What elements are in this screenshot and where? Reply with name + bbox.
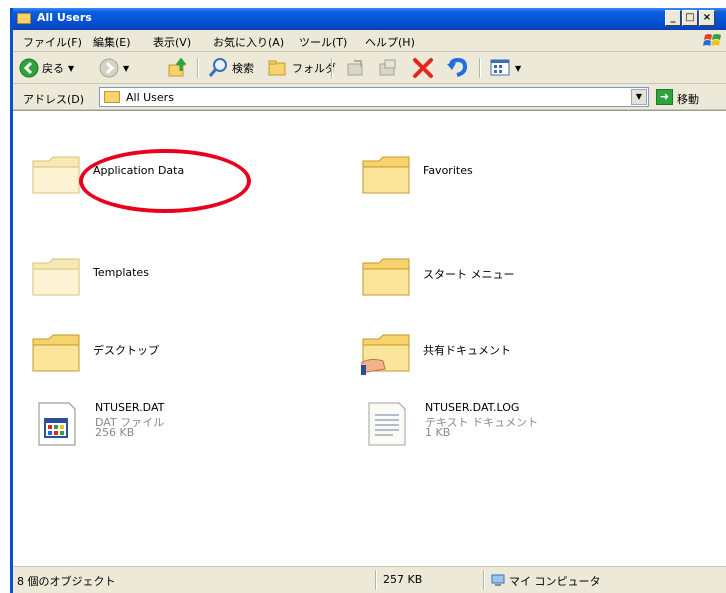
menu-view[interactable]: 表示(V) bbox=[153, 34, 191, 50]
back-label: 戻る bbox=[42, 62, 64, 75]
toolbar-separator bbox=[479, 58, 480, 78]
chevron-down-icon: ▼ bbox=[515, 63, 522, 73]
title-bar[interactable]: All Users _ □ × bbox=[13, 8, 726, 30]
list-item[interactable]: 共有ドキュメント bbox=[361, 329, 581, 385]
address-label: アドレス(D) bbox=[23, 93, 85, 106]
list-item[interactable]: NTUSER.DAT.LOG テキスト ドキュメント 1 KB bbox=[363, 401, 603, 457]
delete-button[interactable] bbox=[411, 56, 435, 80]
delete-x-icon bbox=[413, 58, 433, 78]
item-size: 256 KB bbox=[95, 426, 135, 439]
address-bar: アドレス(D) All Users ▼ ➜ 移動 bbox=[13, 84, 726, 110]
copy-to-icon bbox=[379, 59, 396, 76]
back-arrow-icon bbox=[19, 58, 39, 78]
search-label: 検索 bbox=[232, 62, 254, 75]
status-object-count: 8 個のオブジェクト bbox=[17, 575, 116, 588]
list-item[interactable]: スタート メニュー bbox=[361, 253, 581, 309]
back-button[interactable]: 戻る ▼ bbox=[19, 56, 74, 80]
file-list-pane: Application Data Favorites Templates スター… bbox=[13, 110, 726, 566]
shared-folder-icon bbox=[361, 334, 410, 375]
folders-label: フォルダ bbox=[292, 62, 336, 75]
folder-icon bbox=[362, 156, 410, 194]
toolbar-separator bbox=[197, 58, 198, 78]
move-to-button[interactable] bbox=[345, 56, 367, 80]
move-to-icon bbox=[347, 60, 363, 76]
menu-file[interactable]: ファイル(F) bbox=[23, 34, 82, 50]
list-item[interactable]: NTUSER.DAT DAT ファイル 256 KB bbox=[33, 401, 253, 457]
item-name: 共有ドキュメント bbox=[423, 344, 511, 357]
list-item[interactable]: デスクトップ bbox=[31, 329, 251, 385]
explorer-window: All Users _ □ × ファイル(F) 編集(E) 表示(V) お気に入… bbox=[10, 8, 726, 593]
up-folder-button[interactable] bbox=[167, 56, 189, 80]
folder-icon bbox=[32, 156, 80, 194]
window-title: All Users bbox=[37, 11, 92, 24]
address-input[interactable]: All Users ▼ bbox=[99, 87, 649, 107]
menu-bar: ファイル(F) 編集(E) 表示(V) お気に入り(A) ツール(T) ヘルプ(… bbox=[13, 30, 726, 52]
status-location: マイ コンピュータ bbox=[509, 575, 601, 588]
item-name: Templates bbox=[93, 266, 149, 279]
views-grid-icon bbox=[490, 59, 510, 76]
item-name: デスクトップ bbox=[93, 344, 159, 357]
folders-button[interactable]: フォルダ bbox=[267, 56, 336, 80]
undo-icon bbox=[447, 57, 468, 77]
chevron-down-icon[interactable]: ▼ bbox=[631, 89, 647, 105]
menu-edit[interactable]: 編集(E) bbox=[93, 34, 131, 50]
folders-icon bbox=[268, 60, 286, 76]
menu-tools[interactable]: ツール(T) bbox=[299, 34, 347, 50]
folder-icon bbox=[362, 258, 410, 296]
dat-file-icon bbox=[38, 402, 76, 446]
menu-help[interactable]: ヘルプ(H) bbox=[365, 34, 415, 50]
item-name: NTUSER.DAT bbox=[95, 401, 165, 414]
item-size: 1 KB bbox=[425, 426, 451, 439]
go-button-label[interactable]: 移動 bbox=[677, 91, 699, 107]
folder-icon bbox=[17, 13, 31, 24]
red-highlight-circle bbox=[79, 149, 251, 213]
folder-icon bbox=[32, 334, 80, 372]
status-size: 257 KB bbox=[383, 573, 423, 586]
status-bar: 8 個のオブジェクト 257 KB マイ コンピュータ bbox=[13, 566, 726, 593]
forward-arrow-icon bbox=[99, 58, 119, 78]
item-name: スタート メニュー bbox=[423, 268, 515, 281]
folder-icon bbox=[32, 258, 80, 296]
toolbar-separator bbox=[331, 58, 332, 78]
close-button[interactable]: × bbox=[699, 10, 715, 26]
item-name: NTUSER.DAT.LOG bbox=[425, 401, 520, 414]
folder-icon bbox=[104, 91, 120, 103]
list-item[interactable]: Templates bbox=[31, 253, 251, 309]
chevron-down-icon: ▼ bbox=[68, 63, 75, 73]
chevron-down-icon: ▼ bbox=[123, 63, 130, 73]
up-folder-icon bbox=[168, 57, 187, 77]
search-button[interactable]: 検索 bbox=[207, 56, 254, 80]
go-arrow-icon[interactable]: ➜ bbox=[656, 89, 673, 105]
toolbar: 戻る ▼ ▼ 検索 フォルダ ▼ bbox=[13, 52, 726, 84]
search-icon bbox=[208, 58, 227, 77]
address-value: All Users bbox=[126, 91, 174, 104]
my-computer-icon bbox=[491, 574, 505, 586]
status-separator bbox=[375, 570, 376, 590]
status-separator bbox=[483, 570, 484, 590]
list-item[interactable]: Favorites bbox=[361, 151, 581, 207]
minimize-button[interactable]: _ bbox=[665, 10, 681, 26]
text-document-icon bbox=[368, 402, 406, 446]
forward-button[interactable]: ▼ bbox=[99, 56, 129, 80]
undo-button[interactable] bbox=[445, 56, 469, 80]
maximize-button[interactable]: □ bbox=[682, 10, 698, 26]
menu-favorites[interactable]: お気に入り(A) bbox=[213, 34, 284, 50]
windows-logo-icon bbox=[703, 34, 721, 46]
views-button[interactable]: ▼ bbox=[489, 56, 521, 80]
item-name: Favorites bbox=[423, 164, 473, 177]
copy-to-button[interactable] bbox=[377, 56, 399, 80]
